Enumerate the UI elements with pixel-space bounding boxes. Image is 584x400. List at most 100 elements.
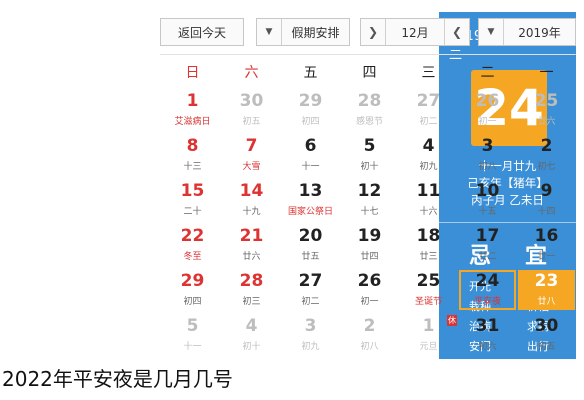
day-cell[interactable]: 2 初七 bbox=[518, 135, 575, 175]
weekday-label: 六 bbox=[244, 65, 259, 81]
day-lunar-label: 圣诞节 bbox=[414, 297, 442, 307]
day-cell[interactable]: 26 初一 bbox=[341, 270, 398, 310]
day-cell[interactable]: 18 廿三 bbox=[400, 225, 457, 265]
day-cell[interactable]: 29 初四 bbox=[282, 90, 339, 130]
holiday-select[interactable]: ▼ 假期安排 bbox=[256, 18, 350, 46]
day-cell[interactable]: 1 艾滋病日 bbox=[164, 90, 221, 130]
day-lunar-label: 初五 bbox=[537, 342, 556, 352]
next-month-button[interactable]: ❯ bbox=[361, 25, 385, 39]
day-number: 27 bbox=[416, 91, 441, 111]
day-lunar-label: 十一 bbox=[183, 342, 202, 352]
day-cell[interactable]: 12 十七 bbox=[341, 180, 398, 220]
day-cell[interactable]: 6 十一 bbox=[282, 135, 339, 175]
day-lunar-label: 初十 bbox=[360, 162, 379, 172]
back-to-today-label: 返回今天 bbox=[177, 25, 226, 40]
day-lunar-label: 初五 bbox=[242, 117, 261, 127]
day-cell[interactable]: 25 圣诞节 bbox=[400, 270, 457, 310]
day-cell[interactable]: 24 平安夜 bbox=[459, 270, 516, 310]
day-number: 20 bbox=[298, 226, 323, 246]
day-lunar-label: 廿一 bbox=[537, 252, 556, 262]
day-cell[interactable]: 30 初五 bbox=[223, 90, 280, 130]
day-cell[interactable]: 16 廿一 bbox=[518, 225, 575, 265]
weekday-label: 三 bbox=[421, 65, 436, 81]
day-cell[interactable]: 23 廿八 bbox=[518, 270, 575, 310]
day-lunar-label: 廿五 bbox=[301, 252, 320, 262]
day-cell[interactable]: 22 冬至 bbox=[164, 225, 221, 265]
day-cell[interactable]: 2 初八 bbox=[341, 315, 398, 355]
day-cell[interactable]: 4 初十 bbox=[223, 315, 280, 355]
day-lunar-label: 初四 bbox=[301, 117, 320, 127]
day-number: 24 bbox=[475, 271, 500, 291]
day-cell[interactable]: 29 初四 bbox=[164, 270, 221, 310]
day-cell[interactable]: 25 廿六 bbox=[518, 90, 575, 130]
weekday-label: 日 bbox=[185, 65, 200, 81]
day-cell[interactable]: 7 大雪 bbox=[223, 135, 280, 175]
day-lunar-label: 感恩节 bbox=[355, 117, 383, 127]
day-lunar-label: 初七 bbox=[537, 162, 556, 172]
day-cell[interactable]: 17 廿二 bbox=[459, 225, 516, 265]
day-number: 23 bbox=[534, 271, 559, 291]
day-lunar-label: 初八 bbox=[478, 162, 497, 172]
day-cell[interactable]: 10 十五 bbox=[459, 180, 516, 220]
day-number: 1 bbox=[186, 91, 199, 111]
day-cell[interactable]: 28 感恩节 bbox=[341, 90, 398, 130]
day-lunar-label: 初十 bbox=[242, 342, 261, 352]
image-caption: 2022年平安夜是几月几号 bbox=[0, 359, 584, 400]
day-cell[interactable]: 9 十四 bbox=[518, 180, 575, 220]
day-number: 28 bbox=[357, 91, 382, 111]
day-lunar-label: 十一 bbox=[301, 162, 320, 172]
day-cell[interactable]: 27 初二 bbox=[282, 270, 339, 310]
day-lunar-label: 初一 bbox=[478, 117, 497, 127]
day-cell[interactable]: 11 十六 bbox=[400, 180, 457, 220]
day-cell[interactable]: 26 初一 bbox=[459, 90, 516, 130]
weekday-label: 五 bbox=[303, 65, 318, 81]
day-cell[interactable]: 27 初二 bbox=[400, 90, 457, 130]
month-select[interactable]: 12月 bbox=[386, 24, 444, 41]
day-number: 18 bbox=[416, 226, 441, 246]
day-number: 29 bbox=[298, 91, 323, 111]
day-cell[interactable]: 30 初五 bbox=[518, 315, 575, 355]
day-cell[interactable]: 21 廿六 bbox=[223, 225, 280, 265]
day-number: 2 bbox=[540, 136, 553, 156]
day-cell[interactable]: 19 廿四 bbox=[341, 225, 398, 265]
day-cell[interactable]: 20 廿五 bbox=[282, 225, 339, 265]
year-select[interactable]: ▼ 2019年 bbox=[478, 18, 576, 46]
day-lunar-label: 初九 bbox=[301, 342, 320, 352]
day-number: 26 bbox=[357, 271, 382, 291]
day-number: 19 bbox=[357, 226, 382, 246]
day-lunar-label: 廿二 bbox=[478, 252, 497, 262]
day-cell[interactable]: 8 十三 bbox=[164, 135, 221, 175]
holiday-select-label: 假期安排 bbox=[291, 25, 340, 40]
day-lunar-label: 十七 bbox=[360, 207, 379, 217]
day-number: 15 bbox=[180, 181, 205, 201]
day-cell[interactable]: 28 初三 bbox=[223, 270, 280, 310]
day-cell[interactable]: 1 元旦 bbox=[400, 315, 457, 355]
day-number: 28 bbox=[239, 271, 264, 291]
day-cell[interactable]: 31 初六 bbox=[459, 315, 516, 355]
day-cell[interactable]: 5 十一 bbox=[164, 315, 221, 355]
weekday-label: 一 bbox=[539, 65, 554, 81]
day-lunar-label: 廿六 bbox=[242, 252, 261, 262]
day-number: 10 bbox=[475, 181, 500, 201]
day-number: 31 bbox=[475, 316, 500, 336]
day-cell[interactable]: 3 初八 bbox=[459, 135, 516, 175]
day-number: 6 bbox=[304, 136, 317, 156]
day-cell[interactable]: 4 初九 bbox=[400, 135, 457, 175]
day-number: 25 bbox=[416, 271, 441, 291]
weekday-label: 二 bbox=[480, 65, 495, 81]
day-lunar-label: 平安夜 bbox=[473, 297, 501, 307]
day-lunar-label: 初一 bbox=[360, 297, 379, 307]
day-number: 1 bbox=[422, 316, 435, 336]
day-cell[interactable]: 13 国家公祭日 bbox=[282, 180, 339, 220]
day-lunar-label: 初四 bbox=[183, 297, 202, 307]
day-lunar-label: 初八 bbox=[360, 342, 379, 352]
back-to-today-button[interactable]: 返回今天 bbox=[160, 18, 244, 46]
day-cell[interactable]: 14 十九 bbox=[223, 180, 280, 220]
day-cell[interactable]: 15 二十 bbox=[164, 180, 221, 220]
day-cell[interactable]: 5 初十 bbox=[341, 135, 398, 175]
day-number: 12 bbox=[357, 181, 382, 201]
year-select-label: 2019年 bbox=[518, 25, 561, 40]
prev-month-button[interactable]: ❮ bbox=[445, 25, 469, 39]
day-number: 5 bbox=[363, 136, 376, 156]
day-cell[interactable]: 3 初九 bbox=[282, 315, 339, 355]
